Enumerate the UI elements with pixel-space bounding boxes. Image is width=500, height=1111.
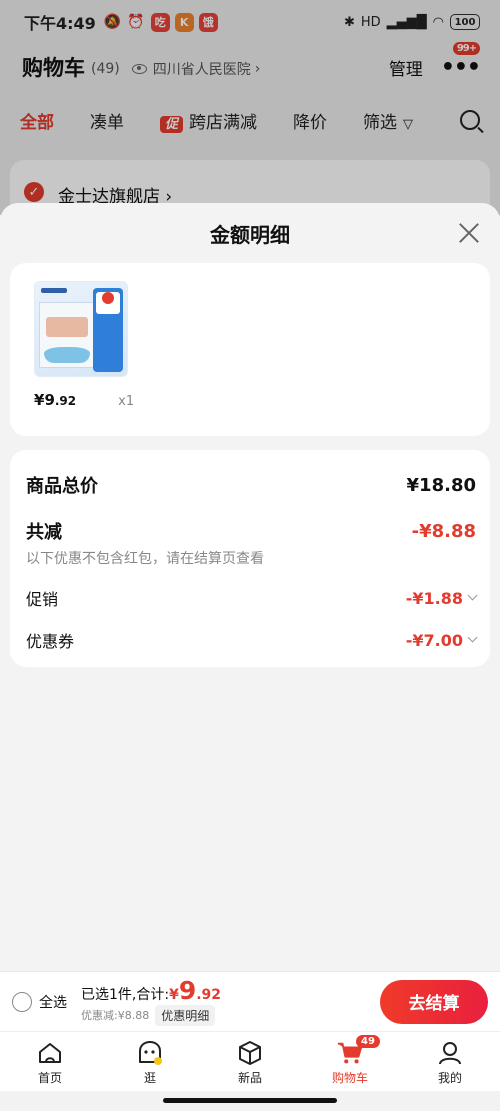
shield-icon (102, 292, 114, 304)
summary-discount-line: 优惠减:¥8.88 优惠明细 (81, 1004, 221, 1026)
modal-backdrop[interactable] (0, 0, 500, 215)
tab-home[interactable]: 首页 (0, 1032, 100, 1091)
sheet-header: 金额明细 (0, 203, 500, 263)
tab-cart[interactable]: 49 购物车 (300, 1032, 400, 1091)
chevron-down-icon (467, 632, 478, 643)
price-integer: 9 (44, 391, 55, 409)
sheet-title: 金额明细 (210, 222, 290, 247)
coupon-row[interactable]: 优惠券 -¥7.00 (26, 628, 478, 652)
select-all-radio[interactable] (12, 991, 32, 1012)
discount-detail-button[interactable]: 优惠明细 (155, 1004, 216, 1026)
mask-box-graphic (39, 302, 95, 368)
tab-new-products[interactable]: 新品 (200, 1032, 300, 1091)
total-price-symbol: ¥ (169, 986, 179, 1003)
brand-logo-icon (41, 288, 67, 293)
order-summary: 已选1件,合计: ¥ 9 .92 优惠减:¥8.88 优惠明细 (81, 975, 222, 1026)
discount-note: 以下优惠不包含红包，请在结算页查看 (26, 551, 264, 567)
tab-new-products-label: 新品 (237, 1071, 262, 1085)
product-meta: ¥ 9 .92 x1 (34, 391, 466, 409)
summary-total-line: 已选1件,合计: ¥ 9 .92 (81, 975, 222, 1005)
cart-count-badge: 49 (356, 1035, 380, 1048)
select-all-label[interactable]: 全选 (39, 992, 67, 1012)
tab-explore-label: 逛 (143, 1071, 156, 1085)
new-products-icon (236, 1040, 264, 1066)
total-value: ¥18.80 (406, 474, 476, 496)
tab-profile-label: 我的 (437, 1071, 462, 1085)
selected-count-text: 已选1件,合计: (81, 986, 170, 1003)
tab-profile[interactable]: 我的 (400, 1032, 500, 1091)
total-row: 商品总价 ¥18.80 (26, 472, 476, 498)
product-image[interactable] (34, 281, 128, 377)
amount-detail-sheet: 金额明细 ¥ 9 .92 x1 商品总价 ¥18.80 共减 -¥8.88 以下… (0, 203, 500, 971)
discount-value: -¥8.88 (411, 520, 476, 542)
coupon-value: -¥7.00 (405, 630, 463, 650)
tab-home-label: 首页 (37, 1071, 62, 1085)
price-breakdown-card: 商品总价 ¥18.80 共减 -¥8.88 以下优惠不包含红包，请在结算页查看 … (10, 450, 490, 667)
discount-label: 共减 (26, 522, 62, 543)
total-price-decimal: .92 (196, 986, 222, 1003)
tab-cart-label: 购物车 (331, 1071, 368, 1085)
promotion-label: 促销 (26, 590, 59, 609)
discount-summary-text: 优惠减:¥8.88 (81, 1009, 150, 1022)
product-quantity: x1 (118, 394, 135, 409)
explore-icon (136, 1040, 164, 1066)
total-price-integer: 9 (178, 975, 197, 1005)
product-card: ¥ 9 .92 x1 (10, 263, 490, 436)
bottom-tab-bar: 首页 逛 新品 49 购物车 我的 (0, 1031, 500, 1091)
discount-row: 共减 -¥8.88 (26, 518, 476, 544)
total-label: 商品总价 (26, 476, 98, 497)
profile-icon (436, 1040, 464, 1066)
tab-explore[interactable]: 逛 (100, 1032, 200, 1091)
close-icon[interactable] (458, 222, 480, 244)
checkout-button[interactable]: 去结算 (380, 979, 488, 1024)
promotion-value-group: -¥1.88 (405, 588, 478, 608)
price-symbol: ¥ (34, 391, 45, 409)
coupon-value-group: -¥7.00 (405, 630, 478, 650)
chevron-down-icon (467, 590, 478, 601)
home-icon (36, 1040, 64, 1066)
home-indicator (163, 1098, 337, 1103)
price-decimal: .92 (54, 394, 77, 408)
promotion-row[interactable]: 促销 -¥1.88 (26, 586, 478, 610)
promotion-value: -¥1.88 (405, 588, 463, 608)
checkout-bar: 全选 已选1件,合计: ¥ 9 .92 优惠减:¥8.88 优惠明细 去结算 (0, 971, 500, 1031)
coupon-label: 优惠券 (26, 632, 75, 651)
